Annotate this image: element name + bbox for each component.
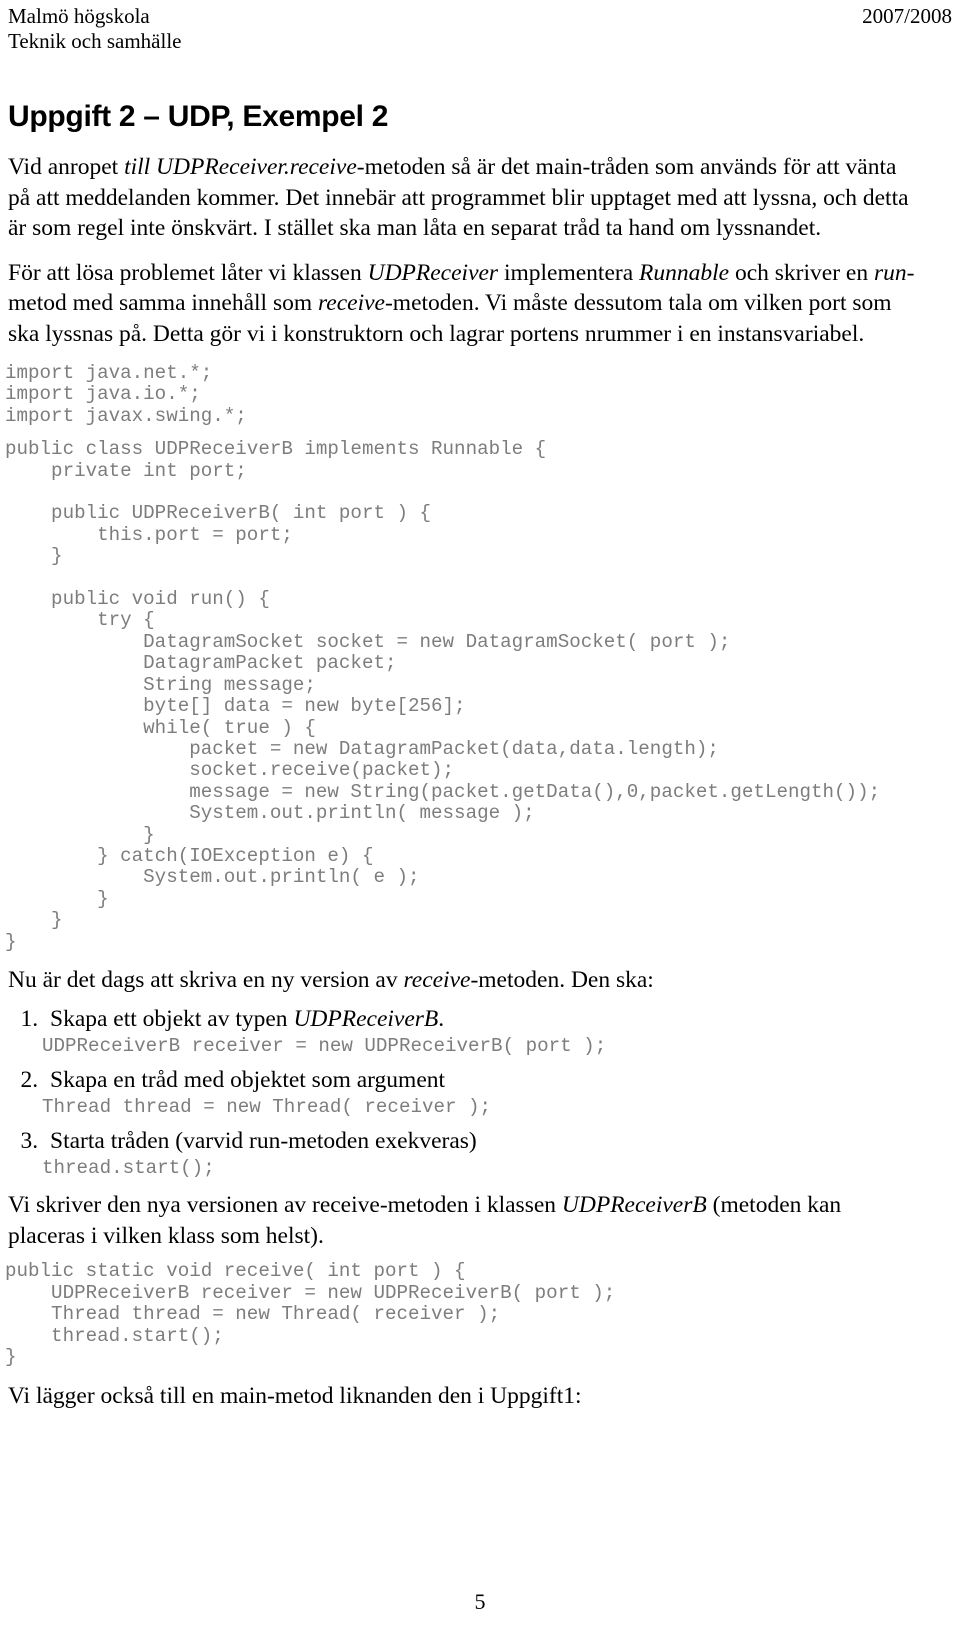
step-text-italic: UDPReceiverB bbox=[293, 1006, 439, 1033]
intro-1-italic: till UDPReceiver.receive bbox=[124, 154, 357, 180]
intro-2-runnable: Runnable bbox=[639, 259, 730, 286]
page-header: Malmö högskola Teknik och samhälle 2007/… bbox=[8, 4, 952, 54]
step-code: thread.start(); bbox=[42, 1157, 215, 1180]
after-class-part-c: -metoden. Den ska: bbox=[470, 966, 654, 993]
intro-2-receive: receive bbox=[318, 290, 385, 316]
after-class-receive: receive bbox=[403, 966, 471, 993]
paragraph-after-class: Nu är det dags att skriva en ny version … bbox=[8, 965, 924, 996]
step-text-c: . bbox=[438, 1006, 445, 1033]
step-text-a: Starta tråden (varvid run-metoden exekve… bbox=[50, 1128, 477, 1155]
document-body: Uppgift 2 – UDP, Exempel 2 Vid anropet t… bbox=[5, 100, 924, 1425]
code-block-receive-method: public static void receive( int port ) {… bbox=[5, 1260, 616, 1369]
page-number: 5 bbox=[474, 1589, 486, 1614]
step-code: Thread thread = new Thread( receiver ); bbox=[42, 1096, 492, 1119]
list-item: Starta tråden (varvid run-metoden exekve… bbox=[42, 1127, 924, 1180]
before-receive-class: UDPReceiverB bbox=[561, 1192, 707, 1219]
header-institution-block: Malmö högskola Teknik och samhälle bbox=[8, 4, 181, 54]
code-block-imports: import java.net.*; import java.io.*; imp… bbox=[5, 362, 247, 427]
paragraph-intro-1: Vid anropet till UDPReceiver.receive-met… bbox=[8, 152, 924, 244]
academic-year: 2007/2008 bbox=[862, 4, 952, 28]
department-name: Teknik och samhälle bbox=[8, 29, 182, 53]
list-item: Skapa ett objekt av typen UDPReceiverB.U… bbox=[42, 1005, 924, 1058]
paragraph-before-receive: Vi skriver den nya versionen av receive-… bbox=[8, 1190, 924, 1251]
steps-list: Skapa ett objekt av typen UDPReceiverB.U… bbox=[8, 1005, 924, 1180]
page-title: Uppgift 2 – UDP, Exempel 2 bbox=[8, 100, 389, 133]
list-item: Skapa en tråd med objektet som argumentT… bbox=[42, 1066, 924, 1119]
intro-2-class-name: UDPReceiver bbox=[367, 259, 499, 286]
paragraph-closing: Vi lägger också till en main-metod likna… bbox=[8, 1382, 582, 1409]
code-block-class-udpreceiverb: public class UDPReceiverB implements Run… bbox=[5, 438, 881, 953]
document-page: Malmö högskola Teknik och samhälle 2007/… bbox=[0, 0, 960, 1633]
step-text-a: Skapa en tråd med objektet som argument bbox=[50, 1067, 446, 1094]
after-class-part-a: Nu är det dags att skriva en ny version … bbox=[8, 966, 404, 993]
step-text-a: Skapa ett objekt av typen bbox=[50, 1006, 294, 1033]
intro-2-run: run bbox=[873, 259, 907, 286]
institution-name: Malmö högskola bbox=[8, 4, 150, 28]
intro-2-part-e: och skriver en bbox=[729, 259, 874, 286]
intro-1-part-a: Vid anropet bbox=[8, 154, 125, 180]
step-code: UDPReceiverB receiver = new UDPReceiverB… bbox=[42, 1035, 607, 1058]
paragraph-intro-2: För att lösa problemet låter vi klassen … bbox=[8, 258, 924, 350]
intro-2-part-c: implementera bbox=[498, 259, 640, 286]
before-receive-part-a: Vi skriver den nya versionen av receive-… bbox=[8, 1192, 562, 1219]
intro-2-part-a: För att lösa problemet låter vi klassen bbox=[8, 259, 368, 286]
